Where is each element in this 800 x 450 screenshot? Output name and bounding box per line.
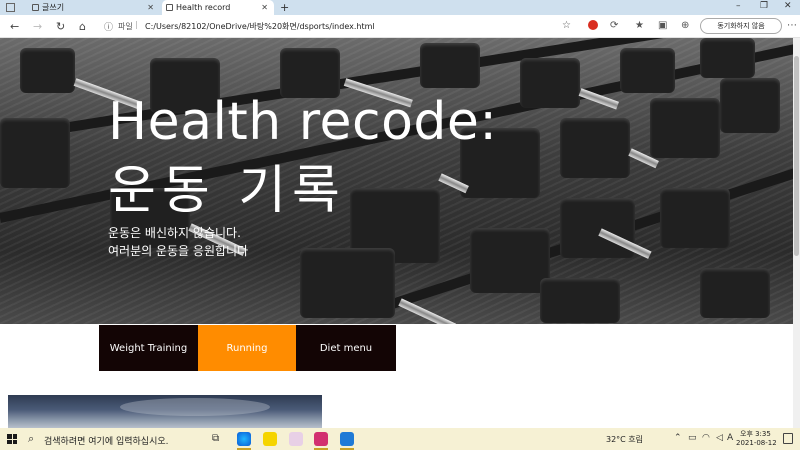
menu-label: Running: [226, 342, 268, 354]
dumbbell-head: [700, 268, 770, 318]
address-separator: |: [135, 20, 138, 29]
tab-actions-icon[interactable]: [6, 3, 15, 12]
sync-label: 동기화하지 않음: [717, 22, 765, 30]
star-icon[interactable]: ☆: [562, 20, 571, 31]
clock-date[interactable]: 2021-08-12: [736, 439, 777, 447]
page-scrollbar[interactable]: [793, 38, 800, 428]
taskbar: ⌕ 검색하려면 여기에 입력하십시오. ⧉ 32°C 흐림 ⌃ ▭ ◠ ◁ A …: [0, 428, 800, 450]
refresh-icon[interactable]: ↻: [56, 20, 65, 33]
app-icon[interactable]: [289, 432, 303, 446]
menu-label: Diet menu: [319, 342, 373, 354]
hero-title: Health recode:: [108, 92, 498, 152]
dumbbell-head: [520, 58, 580, 108]
collections-icon[interactable]: ▣: [658, 20, 667, 31]
tab-label: 글쓰기: [42, 3, 65, 12]
address-toolbar: ← → ↻ ⌂ ⓘ 파일 | C:/Users/82102/OneDrive/바…: [0, 15, 800, 38]
more-menu-icon[interactable]: ⋯: [787, 20, 797, 31]
volume-icon[interactable]: ◁: [716, 433, 723, 443]
menu-diet[interactable]: Diet menu: [296, 325, 396, 371]
menu-weight-training[interactable]: Weight Training: [99, 325, 198, 371]
cloud-shape: [120, 398, 270, 416]
browser-tab-strip: 글쓰기 ✕ Health record ✕ + – ❐ ✕: [0, 0, 800, 15]
search-icon[interactable]: ⌕: [28, 432, 34, 446]
tab-label: Health record: [176, 3, 231, 12]
edge-icon[interactable]: [237, 432, 251, 446]
sync-button[interactable]: 동기화하지 않음: [700, 18, 782, 34]
ime-icon[interactable]: A: [727, 433, 733, 443]
dumbbell-head: [560, 198, 635, 258]
taskbar-search-input[interactable]: 검색하려면 여기에 입력하십시오.: [44, 434, 169, 447]
dumbbell-head: [620, 48, 675, 93]
maximize-button[interactable]: ❐: [760, 1, 768, 11]
forward-arrow-icon[interactable]: →: [33, 20, 42, 33]
favorites-icon[interactable]: ★: [635, 20, 644, 31]
hero-subtitle: 여러분의 운동을 응원합니다: [108, 244, 249, 258]
menu-label: Weight Training: [109, 342, 188, 354]
close-tab-icon[interactable]: ✕: [147, 3, 154, 12]
kakaotalk-icon[interactable]: [263, 432, 277, 446]
notification-icon[interactable]: [783, 433, 793, 444]
windows-start-icon[interactable]: [7, 434, 17, 444]
address-url[interactable]: C:/Users/82102/OneDrive/바탕%20화면/dsports/…: [145, 21, 375, 32]
menu-running[interactable]: Running: [198, 325, 296, 371]
dumbbell-head: [660, 188, 730, 248]
page-icon: [32, 4, 39, 11]
scrollbar-thumb[interactable]: [794, 56, 799, 256]
tab-write[interactable]: 글쓰기 ✕: [28, 0, 160, 15]
dumbbell-head: [420, 43, 480, 88]
tab-health-record[interactable]: Health record ✕: [162, 0, 274, 15]
network-icon[interactable]: ▭: [688, 433, 697, 443]
dumbbell-head: [700, 38, 755, 78]
minimize-button[interactable]: –: [736, 1, 741, 11]
dumbbell-head: [470, 228, 550, 293]
share-icon[interactable]: ⊕: [681, 20, 689, 31]
extension-icon[interactable]: ⟳: [610, 20, 618, 31]
dumbbell-head: [540, 278, 620, 323]
hero-title-korean: 운동 기록: [108, 161, 346, 221]
dumbbell-head: [650, 98, 720, 158]
dumbbell-head: [280, 48, 340, 98]
weather-widget[interactable]: 32°C 흐림: [606, 434, 643, 445]
clock-time[interactable]: 오후 3:35: [740, 429, 771, 439]
wifi-icon[interactable]: ◠: [702, 433, 710, 443]
page-icon: [166, 4, 173, 11]
dumbbell-head: [720, 78, 780, 133]
info-icon[interactable]: ⓘ: [104, 20, 113, 33]
address-protocol: 파일: [118, 22, 133, 31]
extension-icon[interactable]: [588, 20, 598, 30]
app-icon[interactable]: [314, 432, 328, 446]
home-icon[interactable]: ⌂: [79, 20, 86, 33]
dumbbell-handle: [398, 298, 457, 324]
dumbbell-head: [0, 118, 70, 188]
vscode-icon[interactable]: [340, 432, 354, 446]
dumbbell-head: [560, 118, 630, 178]
hero-subtitle: 운동은 배신하지 않습니다.: [108, 226, 241, 240]
close-tab-icon[interactable]: ✕: [261, 3, 268, 12]
dumbbell-head: [20, 48, 75, 93]
new-tab-button[interactable]: +: [280, 1, 289, 14]
back-arrow-icon[interactable]: ←: [10, 20, 19, 33]
close-window-button[interactable]: ✕: [784, 1, 792, 11]
task-view-icon[interactable]: ⧉: [212, 433, 219, 444]
hero-banner: Health recode: 운동 기록 운동은 배신하지 않습니다. 여러분의…: [0, 38, 793, 324]
chevron-up-icon[interactable]: ⌃: [674, 433, 682, 443]
dumbbell-head: [300, 248, 395, 318]
